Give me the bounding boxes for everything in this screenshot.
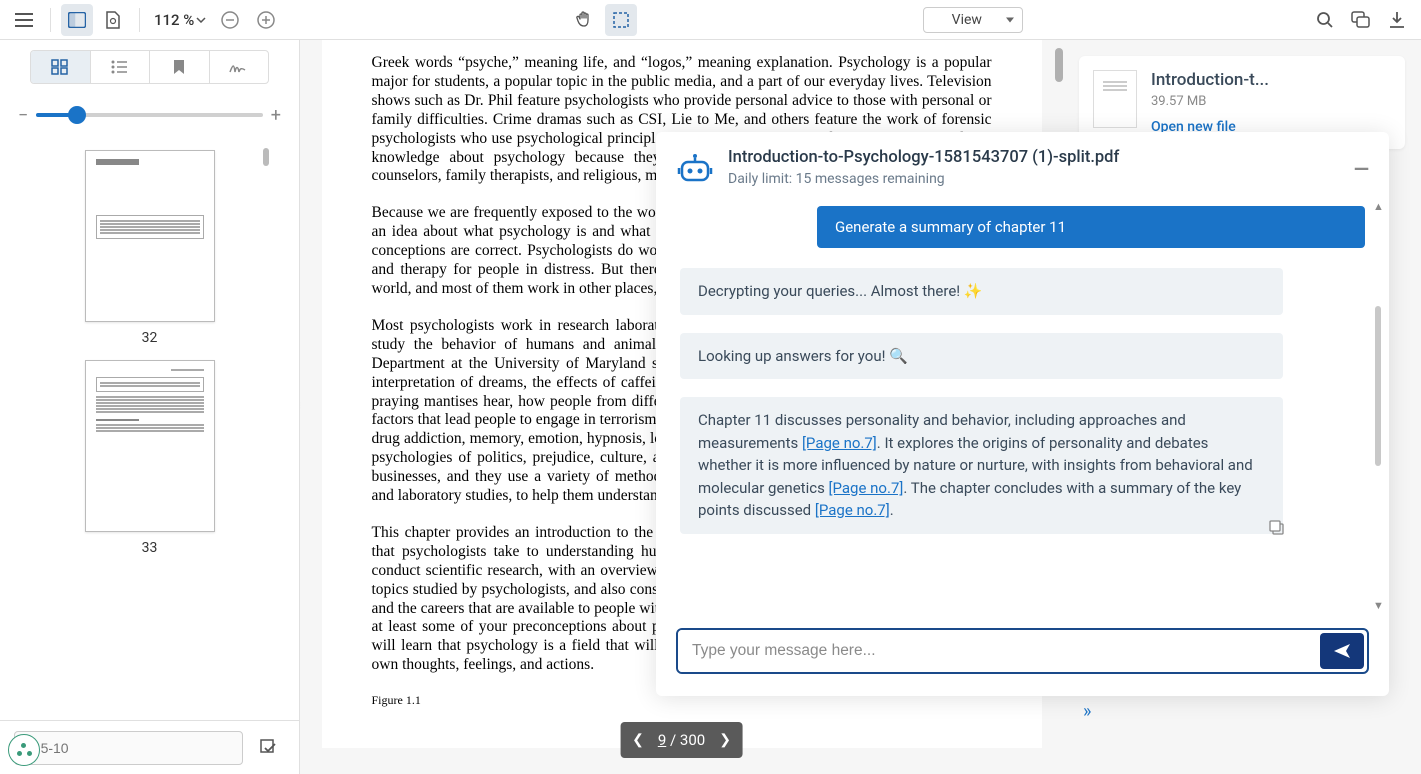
chat-icon[interactable] (1345, 4, 1377, 36)
next-page-icon[interactable]: ❯ (719, 732, 731, 748)
expand-panel-icon[interactable]: » (1083, 701, 1091, 722)
minimize-icon[interactable]: — (1354, 157, 1369, 181)
chat-bot-message: Looking up answers for you! 🔍 (680, 333, 1283, 380)
thumbnail-item[interactable]: 33 (85, 360, 215, 556)
zoom-controls: 112 % (150, 4, 282, 36)
file-size-label: 39.57 MB (1151, 94, 1391, 109)
zoom-in-icon[interactable] (250, 4, 282, 36)
chat-input-row (656, 612, 1389, 696)
view-mode-select[interactable]: View (923, 7, 1023, 33)
bot-avatar-icon (676, 152, 714, 190)
thumbnail-sidebar: − + 32 33 (0, 40, 300, 774)
zoom-out-icon[interactable] (214, 4, 246, 36)
thumbnail-item[interactable]: 32 (85, 150, 215, 346)
prev-page-icon[interactable]: ❮ (632, 732, 644, 748)
chat-panel: Introduction-to-Psychology-1581543707 (1… (656, 132, 1389, 696)
copy-icon[interactable] (1269, 520, 1285, 536)
send-button[interactable] (1320, 633, 1364, 669)
tab-bookmarks[interactable] (150, 51, 210, 83)
content-scrollbar[interactable] (1055, 48, 1063, 82)
apply-range-icon[interactable] (253, 732, 285, 764)
file-name-label: Introduction-t... (1151, 70, 1391, 90)
page-link[interactable]: [Page no.7] (815, 501, 890, 519)
page-link[interactable]: [Page no.7] (829, 479, 904, 497)
thumbnail-label: 32 (85, 330, 215, 346)
thumbnail-size-slider[interactable]: − + (0, 100, 299, 130)
tab-thumbnails[interactable] (31, 51, 91, 83)
thumbnail-list: 32 33 (0, 130, 299, 720)
search-icon[interactable] (1309, 4, 1341, 36)
chat-input[interactable] (678, 630, 1317, 672)
chat-bot-answer: Chapter 11 discusses personality and beh… (680, 397, 1283, 534)
chat-bot-message: Decrypting your queries... Almost there!… (680, 268, 1283, 315)
chat-scrollbar[interactable]: ▲ ▼ (1373, 200, 1383, 612)
chat-user-message: Generate a summary of chapter 11 (817, 206, 1365, 248)
sidebar-tabs (30, 50, 269, 84)
download-icon[interactable] (1381, 4, 1413, 36)
select-icon[interactable] (605, 4, 637, 36)
document-icon[interactable] (97, 4, 129, 36)
page-indicator: ❮ 9 / 300 ❯ (620, 722, 743, 758)
page-range-input[interactable] (14, 731, 243, 765)
sidebar-footer (0, 720, 299, 774)
panel-toggle-icon[interactable] (61, 4, 93, 36)
page-link[interactable]: [Page no.7] (802, 434, 877, 452)
chat-messages: Generate a summary of chapter 11 Decrypt… (656, 200, 1389, 612)
tab-outline[interactable] (91, 51, 151, 83)
file-thumb-icon (1093, 70, 1137, 128)
chat-subtitle: Daily limit: 15 messages remaining (728, 171, 1340, 187)
menu-icon[interactable] (8, 4, 40, 36)
thumbs-scrollbar[interactable] (263, 148, 269, 166)
thumbnail-label: 33 (85, 540, 215, 556)
top-toolbar: 112 % View (0, 0, 1421, 40)
cookie-settings-icon[interactable] (8, 734, 40, 766)
chat-title: Introduction-to-Psychology-1581543707 (1… (728, 148, 1340, 167)
pan-icon[interactable] (569, 4, 601, 36)
zoom-level-label[interactable]: 112 % (150, 11, 210, 29)
tab-signatures[interactable] (210, 51, 269, 83)
chat-header: Introduction-to-Psychology-1581543707 (1… (656, 132, 1389, 200)
page-number-display: 9 / 300 (658, 731, 705, 749)
